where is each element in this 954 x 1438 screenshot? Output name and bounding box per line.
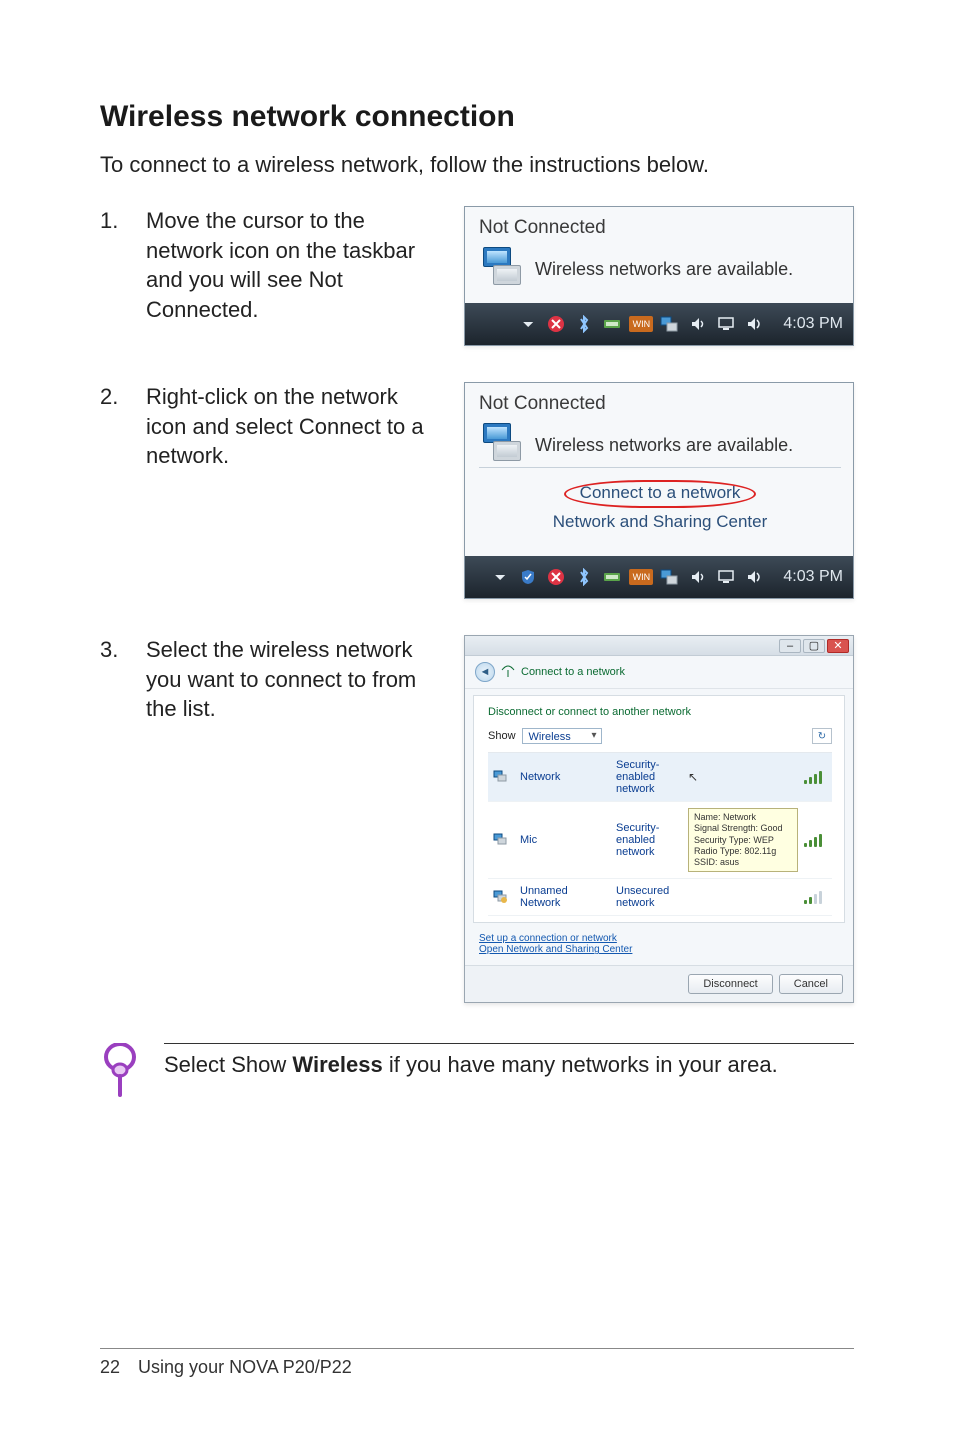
monitor-tray-icon[interactable] [715, 313, 737, 335]
network-security: Security-enabled network [616, 822, 682, 858]
safely-remove-icon[interactable] [601, 313, 623, 335]
dialog-header: Connect to a network [521, 666, 625, 678]
speaker-tray-icon[interactable] [743, 566, 765, 588]
step-2-image: Not Connected Wireless networks are avai… [464, 382, 854, 599]
network-security: Unsecured network [616, 885, 682, 909]
note-text: Select Show Wireless if you have many ne… [164, 1043, 854, 1078]
popup2-title: Not Connected [479, 393, 841, 415]
menu-connect-to-network[interactable]: Connect to a network [479, 478, 841, 510]
shield-icon[interactable] [517, 566, 539, 588]
intro-text: To connect to a wireless network, follow… [100, 152, 854, 178]
step-3-image: ‒ ▢ ✕ ◄ Connect to a network Disconnect … [464, 635, 854, 1003]
network-row[interactable]: Network Security-enabled network ↖ [488, 753, 832, 802]
dialog-antenna-icon [501, 664, 515, 681]
network-name: Mic [520, 834, 610, 846]
connect-network-dialog: ‒ ▢ ✕ ◄ Connect to a network Disconnect … [464, 635, 854, 1003]
refresh-button[interactable]: ↻ [812, 728, 832, 744]
popup-not-connected: Not Connected Wireless networks are avai… [464, 206, 854, 346]
page-number: 22 [100, 1357, 120, 1378]
tray-up-icon[interactable]: ⏷ [489, 566, 511, 588]
language-icon[interactable]: WIN [629, 569, 653, 585]
network-tooltip: Name: Network Signal Strength: Good Secu… [688, 808, 798, 872]
link-setup-connection[interactable]: Set up a connection or network [479, 933, 839, 944]
network-row[interactable]: Mic Security-enabled network Name: Netwo… [488, 802, 832, 879]
dialog-subheader: Disconnect or connect to another network [488, 706, 832, 718]
cursor-icon: ↖ [688, 770, 798, 784]
wifi-icon [492, 832, 514, 849]
step-1: 1. Move the cursor to the network icon o… [100, 206, 854, 346]
signal-strength-icon [804, 770, 822, 784]
taskbar: ⏷ WIN [465, 303, 853, 345]
system-tray: ⏷ WIN [489, 566, 765, 588]
close-icon[interactable] [545, 566, 567, 588]
network-icon [479, 423, 523, 467]
close-button[interactable]: ✕ [827, 639, 849, 653]
speaker-tray-icon[interactable] [743, 313, 765, 335]
step-1-text: Move the cursor to the network icon on t… [146, 206, 448, 325]
safely-remove-icon[interactable] [601, 566, 623, 588]
tray-up-icon[interactable]: ⏷ [517, 313, 539, 335]
wifi-warning-icon [492, 889, 514, 906]
taskbar-clock: 4:03 PM [783, 315, 843, 333]
taskbar-clock: 4:03 PM [783, 568, 843, 586]
popup1-title: Not Connected [479, 217, 841, 239]
bluetooth-icon[interactable] [573, 566, 595, 588]
popup-context-menu: Not Connected Wireless networks are avai… [464, 382, 854, 599]
step-3-text: Select the wireless network you want to … [146, 635, 448, 724]
system-tray: ⏷ WIN [517, 313, 765, 335]
footer-chapter: Using your NOVA P20/P22 [138, 1357, 352, 1378]
disconnect-button[interactable]: Disconnect [688, 974, 772, 994]
menu-network-sharing-center[interactable]: Network and Sharing Center [479, 510, 841, 534]
step-2: 2. Right-click on the network icon and s… [100, 382, 854, 599]
signal-strength-icon [804, 890, 822, 904]
network-row[interactable]: Unnamed Network Unsecured network [488, 879, 832, 916]
step-2-text: Right-click on the network icon and sele… [146, 382, 448, 471]
cancel-button[interactable]: Cancel [779, 974, 843, 994]
show-label: Show [488, 730, 516, 742]
language-icon[interactable]: WIN [629, 316, 653, 332]
maximize-button[interactable]: ▢ [803, 639, 825, 653]
network-name: Unnamed Network [520, 885, 610, 909]
signal-strength-icon [804, 833, 822, 847]
network-icon [479, 247, 523, 291]
monitor-tray-icon[interactable] [715, 566, 737, 588]
tray-network-icon[interactable] [659, 313, 681, 335]
highlight-oval: Connect to a network [564, 480, 757, 508]
taskbar: ⏷ WIN [465, 556, 853, 598]
note-block: Select Show Wireless if you have many ne… [100, 1043, 854, 1099]
back-button[interactable]: ◄ [475, 662, 495, 682]
tray-network-icon[interactable] [659, 566, 681, 588]
step-3-number: 3. [100, 635, 130, 663]
step-1-image: Not Connected Wireless networks are avai… [464, 206, 854, 346]
dialog-titlebar: ‒ ▢ ✕ [465, 636, 853, 656]
volume-icon[interactable] [687, 566, 709, 588]
minimize-button[interactable]: ‒ [779, 639, 801, 653]
link-open-sharing-center[interactable]: Open Network and Sharing Center [479, 944, 839, 955]
volume-icon[interactable] [687, 313, 709, 335]
network-list: Network Security-enabled network ↖ Mic S… [488, 752, 832, 916]
network-name: Network [520, 771, 610, 783]
close-icon[interactable] [545, 313, 567, 335]
bluetooth-icon[interactable] [573, 313, 595, 335]
show-dropdown[interactable]: Wireless [522, 728, 602, 744]
pushpin-icon [100, 1043, 146, 1099]
network-security: Security-enabled network [616, 759, 682, 795]
wifi-icon [492, 769, 514, 786]
section-title: Wireless network connection [100, 100, 854, 134]
page-footer: 22 Using your NOVA P20/P22 [100, 1348, 854, 1378]
popup2-message: Wireless networks are available. [535, 435, 793, 456]
step-3: 3. Select the wireless network you want … [100, 635, 854, 1003]
step-1-number: 1. [100, 206, 130, 234]
step-2-number: 2. [100, 382, 130, 410]
popup1-message: Wireless networks are available. [535, 259, 793, 280]
